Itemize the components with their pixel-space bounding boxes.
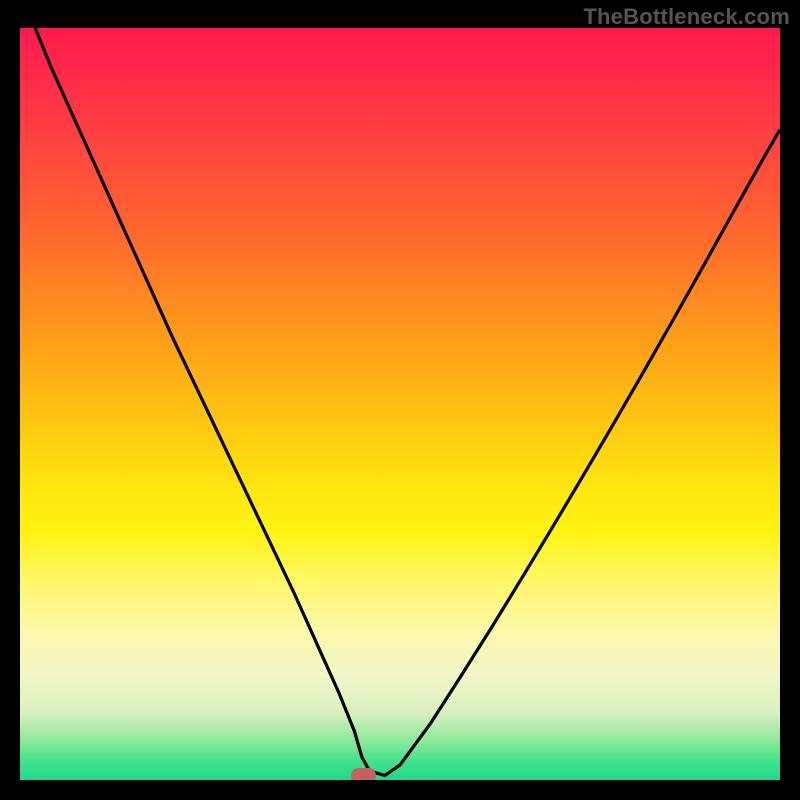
bottleneck-marker (351, 768, 376, 780)
plot-area (20, 28, 780, 780)
watermark-text: TheBottleneck.com (583, 4, 790, 30)
chart-container: TheBottleneck.com (0, 0, 800, 800)
curve-path (35, 28, 780, 775)
curve-layer (20, 28, 780, 780)
